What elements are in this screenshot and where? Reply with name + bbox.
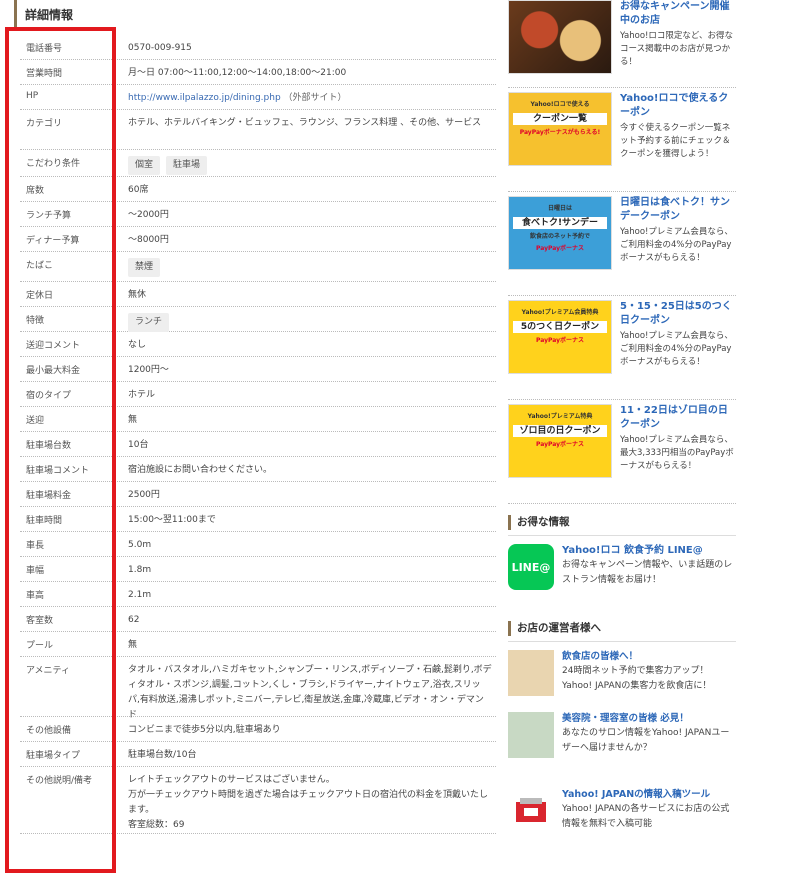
owner-desc: あなたのサロン情報をYahoo! JAPANユーザーへ届けませんか？ — [562, 728, 730, 753]
owner-title[interactable]: 美容院・理容室の皆様 必見！ — [562, 712, 736, 726]
row-value: 1200円〜 — [128, 365, 169, 375]
row-value: 2.1m — [128, 590, 152, 600]
row-value: ホテル、ホテルバイキング・ビュッフェ、ラウンジ、フランス料理 、その他、サービス — [128, 118, 482, 128]
banner-text: クーポン一覧 — [513, 113, 607, 125]
banner-text: 5のつく日クーポン — [513, 321, 607, 333]
banner-text: Yahoo!プレミアム特典 — [527, 413, 593, 420]
banner-text: Yahoo!ロコで使える — [530, 101, 590, 108]
promo-desc: Yahoo!プレミアム会員なら、ご利用料金の4%分のPayPayボーナスがもらえ… — [620, 331, 733, 367]
row-value: 月〜日 07:00〜11:00,12:00〜14:00,18:00〜21:00 — [128, 68, 347, 78]
row-value: 無休 — [128, 290, 147, 300]
banner-text: PayPayボーナスがもらえる! — [519, 129, 601, 136]
row-value: ランチ — [118, 307, 496, 332]
promo-item[interactable]: Yahoo!プレミアム特典ゾロ目の日クーポン PayPayボーナス 11・22日はゾ… — [508, 404, 736, 504]
banner-text: Yahoo!プレミアム会員特典 — [521, 309, 599, 316]
owner-item[interactable]: 美容院・理容室の皆様 必見！ あなたのサロン情報をYahoo! JAPANユーザー… — [508, 712, 736, 758]
line-title[interactable]: Yahoo!ロコ 飲食予約 LINE@ — [562, 544, 736, 558]
hp-link[interactable]: http://www.ilpalazzo.jp/dining.php — [128, 93, 281, 103]
owner-title[interactable]: Yahoo! JAPANの情報入稿ツール — [562, 788, 736, 802]
row-value: 無 — [128, 415, 138, 425]
owner-item[interactable]: Yahoo! JAPANの情報入稿ツール Yahoo! JAPANの各サービスにお… — [508, 788, 736, 834]
banner-text: ゾロ目の日クーポン — [513, 425, 607, 437]
promo-desc: Yahoo!ロコ限定など、お得なコース掲載中のお店が見つかる！ — [620, 31, 734, 67]
promo-title[interactable]: Yahoo!ロコで使えるクーポン — [620, 92, 736, 120]
promo-image[interactable]: Yahoo!プレミアム会員特典 5のつく日クーポン PayPayボーナス — [508, 300, 612, 374]
promo-desc: Yahoo!プレミアム会員なら、最大3,333円相当のPayPayボーナスがもら… — [620, 435, 734, 471]
promo-image[interactable]: Yahoo!ロコで使えるクーポン一覧 PayPayボーナスがもらえる! — [508, 92, 612, 166]
tag: ランチ — [128, 313, 170, 332]
row-value: 個室 駐車場 — [118, 150, 496, 176]
row-value: 〜2000円 — [128, 210, 169, 220]
row-value: 宿泊施設にお問い合わせください。 — [128, 465, 273, 475]
row-value: コンビニまで徒歩5分以内,駐車場あり — [128, 725, 281, 735]
owner-item[interactable]: 飲食店の皆様へ！ 24時間ネット予約で集客力アップ！Yahoo! JAPANの集客… — [508, 650, 736, 696]
promo-title[interactable]: 11・22日はゾロ目の日クーポン — [620, 404, 736, 432]
line-desc: お得なキャンペーン情報や、いま話題のレストラン情報をお届け！ — [562, 560, 733, 585]
row-value: 2500円 — [128, 490, 160, 500]
row-value: 0570-009-915 — [128, 43, 192, 53]
promo-item[interactable]: Yahoo!ロコで使える クーポン一覧 PayPayボーナスがもらえる! Yahoo!… — [508, 92, 736, 192]
owner-desc: Yahoo! JAPANの各サービスにお店の公式情報を無料で入稿可能 — [562, 804, 730, 829]
promo-title[interactable]: お得なキャンペーン開催中のお店 — [620, 0, 736, 28]
tools-icon — [508, 788, 554, 834]
details-section: 詳細情報 電話番号 0570-009-915 営業時間 月〜日 07:00〜11:00… — [0, 0, 500, 873]
promo-image[interactable]: 日曜日は食べトク!サンデー飲食店のネット予約で PayPayボーナス — [508, 196, 612, 270]
row-value: 駐車場台数/10台 — [128, 750, 197, 760]
section-title: 詳細情報 — [14, 0, 500, 30]
line-icon: LINE@ — [508, 544, 554, 590]
row-value: ホテル — [128, 390, 156, 400]
row-value: 10台 — [128, 440, 149, 450]
tag: 駐車場 — [166, 156, 208, 175]
promo-item[interactable]: 日曜日は 食べトク!サンデー 飲食店のネット予約で PayPayボーナス 日曜日は食べト… — [508, 196, 736, 296]
owner-desc: 24時間ネット予約で集客力アップ！Yahoo! JAPANの集客力を飲食店に！ — [562, 666, 712, 691]
row-value: 禁煙 — [118, 252, 496, 281]
row-value: なし — [128, 340, 147, 350]
promo-item[interactable]: お得なキャンペーン開催中のお店 Yahoo!ロコ限定など、お得なコース掲載中のお店… — [508, 0, 736, 88]
banner-text: PayPayボーナス — [535, 441, 585, 448]
highlight-box — [5, 27, 116, 873]
banner-text: 飲食店のネット予約で — [529, 233, 590, 240]
line-promo[interactable]: LINE@ Yahoo!ロコ 飲食予約 LINE@ お得なキャンペーン情報や、い… — [508, 544, 736, 590]
row-value: レイトチェックアウトのサービスはございません。 万が一チェックアウト時間を過ぎた場… — [128, 775, 489, 830]
tag: 個室 — [128, 156, 161, 175]
row-value: 5.0m — [128, 540, 152, 550]
banner-text: PayPayボーナス — [535, 245, 585, 252]
banner-text: 食べトク!サンデー — [513, 217, 607, 229]
row-value: 60席 — [128, 185, 149, 195]
row-value: 62 — [128, 615, 140, 625]
row-value: 無 — [128, 640, 138, 650]
row-value: 15:00〜翌11:00まで — [128, 515, 216, 525]
banner-text: PayPayボーナス — [535, 337, 585, 344]
external-note: （外部サイト） — [280, 93, 347, 103]
row-value: タオル・バスタオル,ハミガキセット,シャンプー・リンス,ボディソープ・石鹸,髭剃… — [128, 665, 492, 720]
promo-desc: 今すぐ使えるクーポン一覧ネット予約する前にチェック＆クーポンを獲得しよう！ — [620, 123, 731, 159]
banner-text: 日曜日は — [547, 205, 572, 212]
row-value: 〜8000円 — [128, 235, 169, 245]
promo-title[interactable]: 日曜日は食べトク！サンデークーポン — [620, 196, 736, 224]
promo-image[interactable] — [508, 0, 612, 74]
row-value: 1.8m — [128, 565, 152, 575]
promo-title[interactable]: 5・15・25日は5のつく日クーポン — [620, 300, 736, 328]
row-value: http://www.ilpalazzo.jp/dining.php （外部サイ… — [118, 85, 496, 109]
owner-photo — [508, 650, 554, 696]
deals-heading: お得な情報 — [508, 510, 736, 536]
owner-photo — [508, 712, 554, 758]
promo-desc: Yahoo!プレミアム会員なら、ご利用料金の4%分のPayPayボーナスがもらえ… — [620, 227, 733, 263]
owner-title[interactable]: 飲食店の皆様へ！ — [562, 650, 736, 664]
owners-heading: お店の運営者様へ — [508, 616, 736, 642]
promo-image[interactable]: Yahoo!プレミアム特典ゾロ目の日クーポン PayPayボーナス — [508, 404, 612, 478]
tag: 禁煙 — [128, 258, 161, 277]
promo-item[interactable]: Yahoo!プレミアム会員特典 5のつく日クーポン PayPayボーナス 5・15・2… — [508, 300, 736, 400]
